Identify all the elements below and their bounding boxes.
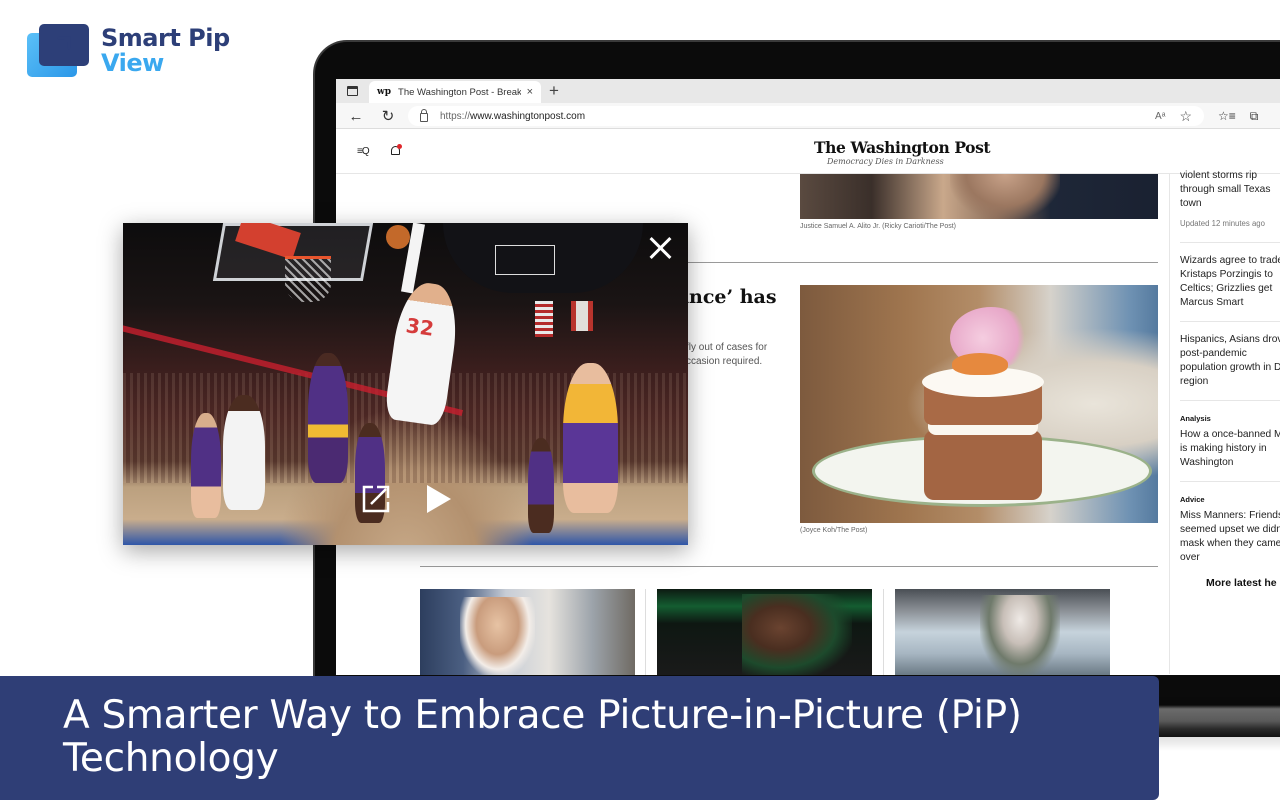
rail-kicker: Advice bbox=[1180, 495, 1205, 504]
alito-photo[interactable] bbox=[800, 174, 1158, 219]
refresh-button[interactable]: ↻ bbox=[378, 106, 398, 126]
chess-thumbnail[interactable] bbox=[420, 589, 635, 675]
article-summary: fly out of cases for ccasion required. bbox=[686, 342, 768, 367]
rail-item[interactable]: Analysis How a once-banned M is making h… bbox=[1180, 412, 1280, 482]
rail-item[interactable]: violent storms rip through small Texas t… bbox=[1180, 169, 1280, 243]
photo-caption: Justice Samuel A. Alito Jr. (Ricky Cario… bbox=[800, 223, 956, 230]
column-divider bbox=[883, 589, 884, 675]
menu-search-icon[interactable]: ≡Q bbox=[357, 146, 370, 157]
notification-dot bbox=[397, 144, 402, 149]
lock-icon bbox=[420, 108, 428, 122]
laptop-base bbox=[1158, 697, 1280, 737]
column-divider bbox=[645, 589, 646, 675]
pip-arrow-icon bbox=[27, 24, 89, 78]
tab-actions-button[interactable] bbox=[344, 83, 360, 99]
tab-washington-post[interactable]: wp The Washington Post - Breaking × bbox=[369, 81, 541, 103]
site-tagline: Democracy Dies in Darkness bbox=[827, 157, 944, 166]
tab-actions-icon bbox=[346, 86, 358, 96]
close-icon[interactable] bbox=[647, 235, 673, 261]
rail-item[interactable]: Hispanics, Asians drove post-pandemic po… bbox=[1180, 333, 1280, 401]
collections-icon[interactable]: ⧉ bbox=[1250, 109, 1259, 124]
cake-photo[interactable] bbox=[800, 285, 1158, 523]
brand-logo: Smart Pip View bbox=[27, 24, 230, 78]
more-latest-headlines-link[interactable]: More latest he bbox=[1206, 577, 1277, 589]
address-bar[interactable]: https://www.washingtonpost.com Aᵃ ☆ bbox=[408, 106, 1204, 126]
pip-video-window[interactable]: 32 bbox=[123, 223, 688, 545]
wp-favicon-icon: wp bbox=[377, 87, 392, 97]
back-button[interactable]: ← bbox=[346, 106, 366, 126]
section-divider bbox=[420, 566, 1158, 567]
tab-title: The Washington Post - Breaking bbox=[398, 86, 521, 98]
notification-bell-icon[interactable] bbox=[390, 144, 402, 157]
jersey-number: 32 bbox=[404, 313, 436, 341]
expand-icon[interactable] bbox=[362, 485, 390, 513]
latest-headlines-rail: violent storms rip through small Texas t… bbox=[1180, 169, 1280, 587]
rail-item[interactable]: Advice Miss Manners: Friends seemed upse… bbox=[1180, 493, 1280, 576]
boat-thumbnail[interactable] bbox=[895, 589, 1110, 675]
rail-kicker: Analysis bbox=[1180, 414, 1211, 423]
rail-item[interactable]: Wizards agree to trade Kristaps Porzingi… bbox=[1180, 254, 1280, 322]
favorites-list-icon[interactable]: ☆≡ bbox=[1218, 109, 1236, 123]
brand-name-line2: View bbox=[101, 49, 164, 77]
laptop-shadow bbox=[1158, 737, 1280, 751]
basketball-thumbnail[interactable] bbox=[657, 589, 872, 675]
url-text: https://www.washingtonpost.com bbox=[440, 110, 586, 122]
site-header: ≡Q The Washington Post Democracy Dies in… bbox=[336, 130, 1280, 174]
brand-name-line1: Smart Pip bbox=[101, 24, 230, 52]
photo-caption: (Joyce Koh/The Post) bbox=[800, 527, 868, 534]
read-aloud-icon[interactable]: Aᵃ bbox=[1155, 111, 1165, 122]
rail-divider bbox=[1169, 174, 1170, 674]
basketball-hoop bbox=[285, 256, 331, 302]
banner-headline: A Smarter Way to Embrace Picture-in-Pict… bbox=[63, 693, 1022, 781]
play-icon[interactable] bbox=[425, 485, 453, 513]
updated-timestamp: Updated 12 minutes ago bbox=[1180, 219, 1265, 228]
tab-close-icon[interactable]: × bbox=[527, 86, 533, 98]
new-tab-button[interactable]: + bbox=[549, 81, 559, 101]
navigation-bar: ← ↻ https://www.washingtonpost.com Aᵃ ☆ … bbox=[336, 103, 1280, 129]
tab-bar: wp The Washington Post - Breaking × + bbox=[336, 79, 1280, 103]
favorite-star-icon[interactable]: ☆ bbox=[1179, 108, 1192, 125]
basketball bbox=[386, 225, 410, 249]
promo-stage: Smart Pip View wp The Washington Post - … bbox=[0, 0, 1280, 800]
promo-banner: A Smarter Way to Embrace Picture-in-Pict… bbox=[0, 676, 1159, 800]
site-logo[interactable]: The Washington Post bbox=[814, 138, 991, 157]
